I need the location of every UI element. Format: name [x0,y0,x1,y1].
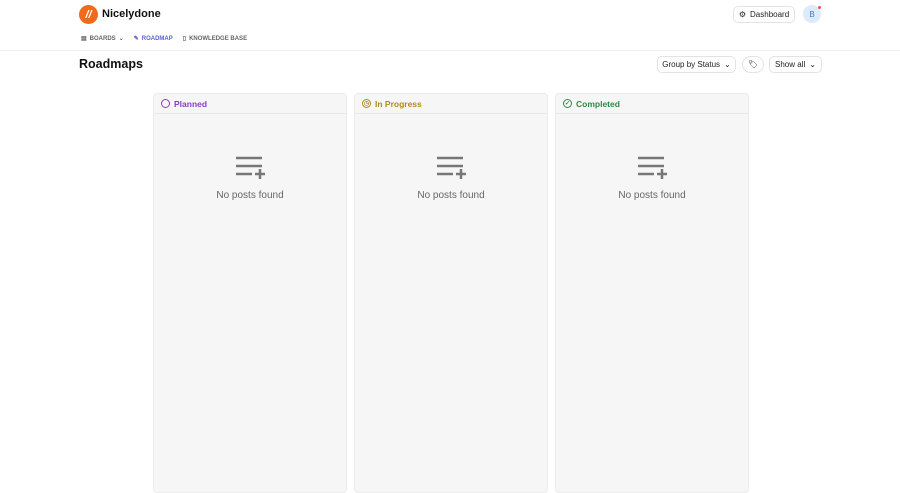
column-title: Planned [174,98,208,109]
show-label: Show all [775,60,806,69]
empty-state: No posts found [355,156,547,201]
column-header: Planned [154,94,346,114]
list-add-icon [236,156,265,179]
status-icon [161,99,170,108]
tag-filter-button[interactable]: 🏷 [742,56,764,73]
roadmap-column: Planned No posts found [153,93,347,493]
chevron-down-icon: ⌄ [118,36,124,42]
column-title: In Progress [375,98,422,109]
status-icon: ◷ [362,99,371,108]
nav-label: BOARDS [89,35,116,42]
divider [0,50,900,51]
page-title: Roadmaps [79,57,143,71]
chevron-down-icon: ⌄ [809,60,816,69]
empty-text: No posts found [417,190,485,201]
chevron-down-icon: ⌄ [724,60,731,69]
roadmap-column: ◷ In Progress No posts found [354,93,548,493]
brand-name[interactable]: Nicelydone [102,8,161,20]
nav-roadmap[interactable]: ✎ ROADMAP [133,35,173,43]
empty-text: No posts found [216,190,284,201]
nav-boards[interactable]: ▤ BOARDS ⌄ [81,35,124,43]
column-title: Completed [576,98,620,109]
show-all-select[interactable]: Show all ⌄ [769,56,822,73]
dashboard-button[interactable]: ⚙ Dashboard [733,6,795,23]
dashboard-label: Dashboard [750,10,790,19]
list-add-icon [437,156,466,179]
gear-icon: ⚙ [738,10,747,19]
nav-knowledge-base[interactable]: ▯ KNOWLEDGE BASE [182,35,248,43]
column-header: ◷ In Progress [355,94,547,114]
group-label: Group by Status [662,60,721,69]
book-icon: ▯ [182,36,187,42]
empty-state: No posts found [556,156,748,201]
nav-label: ROADMAP [141,35,173,42]
roadmap-icon: ✎ [133,36,139,42]
roadmap-column: ✓ Completed No posts found [555,93,749,493]
nav-label: KNOWLEDGE BASE [189,35,248,42]
tag-icon: 🏷 [747,60,759,69]
logo[interactable]: // [79,5,98,24]
list-add-icon [638,156,667,179]
column-header: ✓ Completed [556,94,748,114]
nav: ▤ BOARDS ⌄ ✎ ROADMAP ▯ KNOWLEDGE BASE [81,35,248,43]
boards-icon: ▤ [81,36,87,42]
empty-text: No posts found [618,190,686,201]
notification-dot [818,6,821,9]
group-by-select[interactable]: Group by Status ⌄ [657,56,736,73]
empty-state: No posts found [154,156,346,201]
status-icon: ✓ [563,99,572,108]
